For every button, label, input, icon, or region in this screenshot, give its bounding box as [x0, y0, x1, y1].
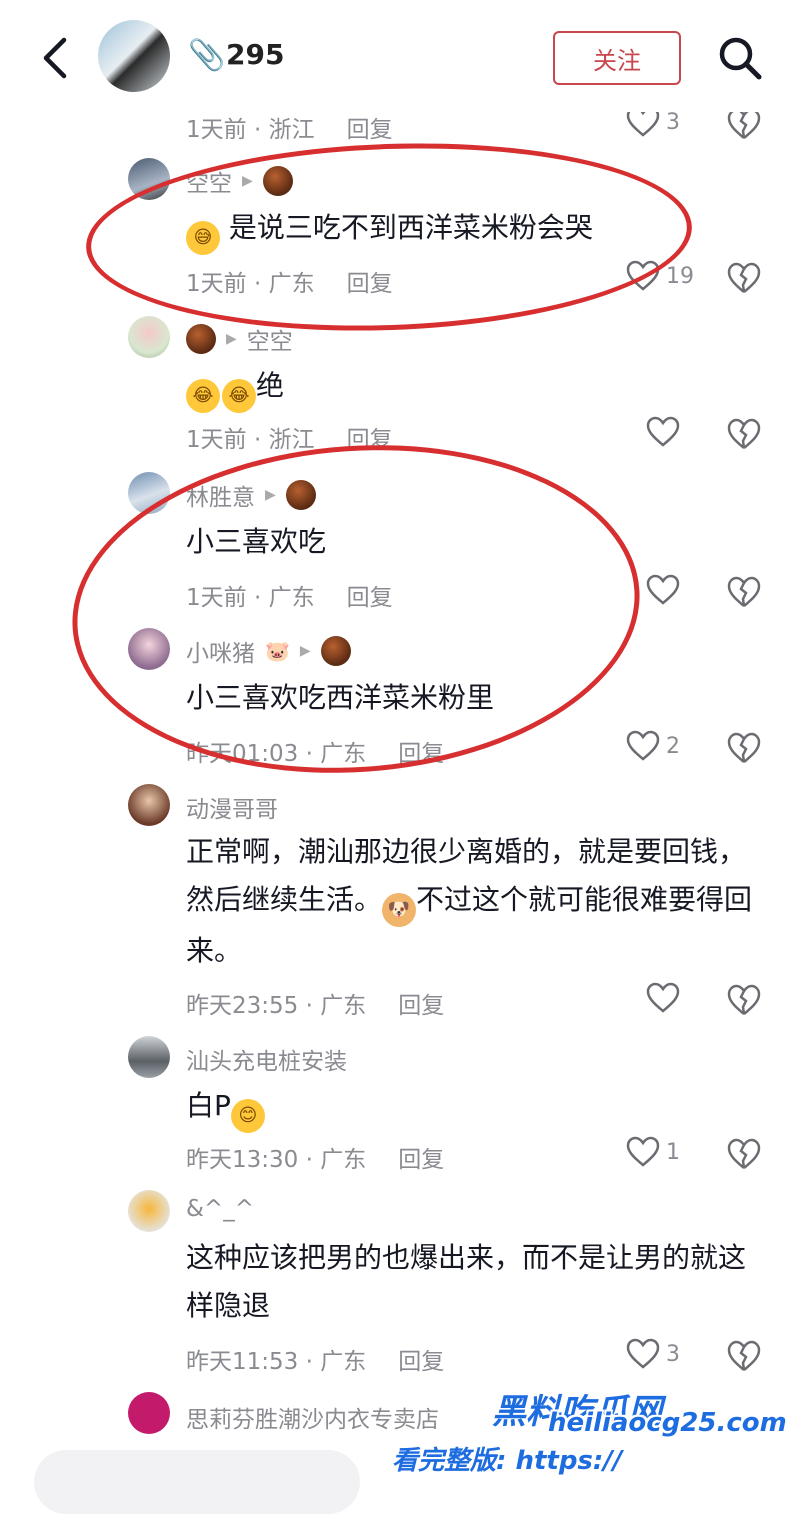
comment-author[interactable]: 思莉芬胜潮沙内衣专卖店 — [186, 1400, 439, 1434]
comment-count: 295 — [226, 38, 285, 71]
heart-icon — [626, 730, 660, 761]
laughing-crying-emoji: 😂 — [186, 379, 220, 413]
watermark-url: 看完整版: https:// — [392, 1446, 623, 1476]
back-button[interactable] — [30, 30, 80, 86]
broken-heart-icon[interactable] — [726, 730, 762, 766]
broken-heart-icon[interactable] — [726, 416, 762, 452]
avatar[interactable] — [128, 316, 170, 358]
reply-button[interactable]: 回复 — [347, 585, 393, 611]
play-arrow-icon: ▶ — [299, 643, 311, 659]
comment-time: 1天前 · 广东 — [186, 271, 315, 297]
heart-icon — [626, 260, 660, 291]
broken-heart-icon[interactable] — [726, 1136, 762, 1172]
comment-author[interactable]: &^_^ — [186, 1196, 254, 1222]
paperclip-icon: 📎 — [188, 38, 226, 73]
like-button[interactable]: 19 — [626, 260, 694, 292]
like-count: 1 — [666, 1139, 680, 1165]
like-button[interactable] — [646, 982, 680, 1014]
like-button[interactable] — [646, 574, 680, 606]
comment-time: 昨天11:53 · 广东 — [186, 1349, 367, 1375]
reply-button[interactable]: 回复 — [398, 741, 444, 767]
heart-icon — [626, 1338, 660, 1369]
like-count: 3 — [666, 1341, 680, 1367]
broken-heart-icon[interactable] — [726, 574, 762, 610]
comment-time: 1天前 · 浙江 — [186, 117, 315, 143]
smile-emoji: 😊 — [230, 1099, 265, 1133]
avatar[interactable] — [128, 784, 170, 826]
avatar — [262, 166, 293, 196]
watermark-domain: heiliaocg25.com — [548, 1408, 787, 1438]
comment-text: 小三喜欢吃西洋菜米粉里 — [186, 681, 495, 714]
reply-button[interactable]: 回复 — [398, 993, 444, 1019]
comment-time: 昨天01:03 · 广东 — [186, 741, 367, 767]
like-button[interactable] — [646, 416, 680, 448]
comment-input[interactable] — [34, 1450, 360, 1514]
comment-time: 昨天23:55 · 广东 — [186, 993, 367, 1019]
laughing-crying-emoji: 😂 — [222, 379, 256, 413]
comment-text: 绝 — [256, 369, 285, 402]
avatar — [320, 636, 351, 666]
comment-author[interactable]: 动漫哥哥 — [186, 790, 278, 824]
dog-emoji: 🐶 — [382, 893, 417, 927]
heart-icon — [626, 1136, 660, 1167]
author-avatar[interactable] — [98, 20, 170, 92]
comment-author[interactable]: 小咪猪 — [186, 634, 255, 668]
comment-time: 昨天13:30 · 广东 — [186, 1147, 367, 1173]
avatar — [285, 480, 316, 510]
heart-icon — [646, 574, 680, 605]
avatar[interactable] — [128, 628, 170, 670]
heart-icon — [646, 982, 680, 1013]
avatar — [186, 324, 216, 354]
comment-text: 小三喜欢吃 — [186, 525, 327, 558]
search-icon[interactable] — [716, 34, 764, 82]
comment-text: 白P — [186, 1089, 231, 1122]
avatar[interactable] — [128, 1392, 170, 1434]
broken-heart-icon[interactable] — [726, 260, 762, 296]
avatar[interactable] — [128, 158, 170, 200]
avatar[interactable] — [128, 1036, 170, 1078]
reply-button[interactable]: 回复 — [398, 1349, 444, 1375]
like-button[interactable]: 1 — [626, 1136, 680, 1168]
comment-author[interactable]: 空空 — [186, 164, 232, 198]
play-arrow-icon: ▶ — [226, 331, 237, 347]
comment-author[interactable]: 汕头充电桩安装 — [186, 1042, 347, 1076]
reply-button[interactable]: 回复 — [398, 1147, 444, 1173]
chevron-left-icon — [43, 37, 67, 79]
like-count: 19 — [666, 263, 694, 289]
reply-button[interactable]: 回复 — [347, 271, 393, 297]
avatar[interactable] — [128, 472, 170, 514]
broken-heart-icon[interactable] — [726, 1338, 762, 1374]
heart-icon — [646, 416, 680, 447]
comment-time: 1天前 · 广东 — [186, 585, 315, 611]
comment-text: 是说三吃不到西洋菜米粉会哭 — [228, 211, 593, 244]
reply-button[interactable]: 回复 — [347, 117, 393, 143]
comment-author[interactable]: 林胜意 — [186, 478, 255, 512]
pig-emoji: 🐷 — [265, 639, 290, 663]
like-button[interactable]: 2 — [626, 730, 680, 762]
reply-target[interactable]: 空空 — [247, 322, 293, 356]
follow-button[interactable]: 关注 — [553, 31, 681, 85]
comment-time: 1天前 · 浙江 — [186, 427, 315, 453]
comment-text: 这种应该把男的也爆出来，而不是让男的就这样隐退 — [186, 1241, 747, 1322]
like-button[interactable]: 3 — [626, 1338, 680, 1370]
play-arrow-icon: ▶ — [265, 487, 276, 503]
grin-sweat-emoji: 😅 — [186, 221, 220, 255]
avatar[interactable] — [128, 1190, 170, 1232]
reply-button[interactable]: 回复 — [347, 427, 393, 453]
like-count: 3 — [666, 109, 680, 135]
top-bar: 📎 295 关注 — [0, 0, 800, 112]
like-count: 2 — [666, 733, 680, 759]
broken-heart-icon[interactable] — [726, 982, 762, 1018]
play-arrow-icon: ▶ — [242, 173, 253, 189]
